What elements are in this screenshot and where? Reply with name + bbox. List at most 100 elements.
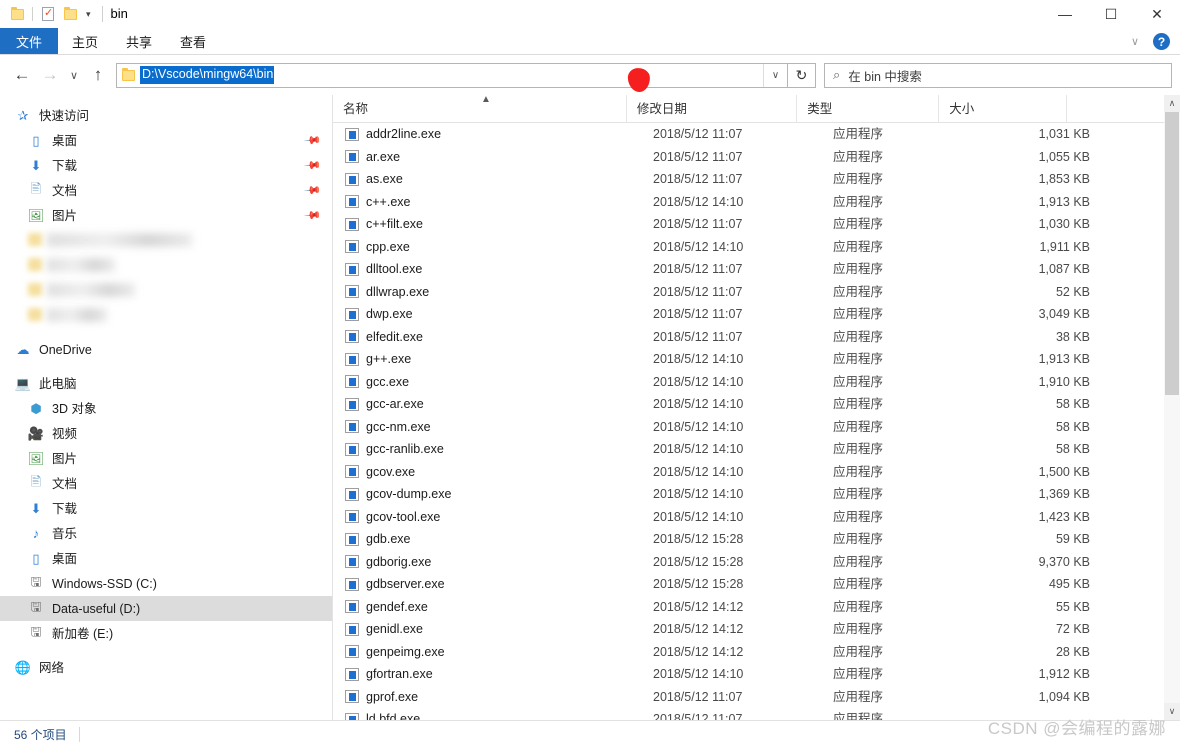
table-row[interactable]: dlltool.exe 2018/5/12 11:07 应用程序 1,087 KB	[333, 258, 1180, 281]
table-row[interactable]: ld.bfd.exe 2018/5/12 11:07 应用程序	[333, 708, 1180, 720]
sidebar-item-data-useful-d[interactable]: 🖫 Data-useful (D:)	[0, 596, 332, 621]
close-button[interactable]: ✕	[1134, 0, 1180, 28]
search-input[interactable]: 在 bin 中搜索	[848, 66, 922, 85]
table-row[interactable]: gdb.exe 2018/5/12 15:28 应用程序 59 KB	[333, 528, 1180, 551]
vertical-scrollbar[interactable]: ∧ ∨	[1164, 95, 1180, 720]
sidebar-item-pictures[interactable]: 🖼 图片	[0, 446, 332, 471]
sidebar-item-pictures[interactable]: 🖼 图片 📌	[0, 203, 332, 228]
file-name-label: ld.bfd.exe	[366, 712, 421, 720]
tab-home[interactable]: 主页	[58, 28, 112, 54]
table-row[interactable]: dwp.exe 2018/5/12 11:07 应用程序 3,049 KB	[333, 303, 1180, 326]
sidebar-item-new-volume-e[interactable]: 🖫 新加卷 (E:)	[0, 621, 332, 646]
exe-icon	[345, 510, 359, 524]
exe-icon	[345, 532, 359, 546]
table-row[interactable]: c++.exe 2018/5/12 14:10 应用程序 1,913 KB	[333, 191, 1180, 214]
up-button[interactable]: ↑	[84, 60, 112, 90]
table-row[interactable]: dllwrap.exe 2018/5/12 11:07 应用程序 52 KB	[333, 281, 1180, 304]
table-row[interactable]: gcc-nm.exe 2018/5/12 14:10 应用程序 58 KB	[333, 416, 1180, 439]
file-size-cell: 1,031 KB	[1038, 127, 1090, 141]
sidebar-item-redacted[interactable]	[0, 228, 332, 253]
redacted-label	[47, 258, 115, 272]
pin-icon[interactable]: 📌	[304, 131, 323, 150]
table-row[interactable]: gcc-ar.exe 2018/5/12 14:10 应用程序 58 KB	[333, 393, 1180, 416]
column-header-date[interactable]: 修改日期	[625, 95, 796, 123]
tab-share[interactable]: 共享	[112, 28, 166, 54]
table-row[interactable]: gdbserver.exe 2018/5/12 15:28 应用程序 495 KB	[333, 573, 1180, 596]
sidebar-item-desktop[interactable]: ▯ 桌面	[0, 546, 332, 571]
table-row[interactable]: cpp.exe 2018/5/12 14:10 应用程序 1,911 KB	[333, 236, 1180, 259]
column-header-type[interactable]: 类型	[796, 95, 938, 123]
table-row[interactable]: gcov-dump.exe 2018/5/12 14:10 应用程序 1,369 KB	[333, 483, 1180, 506]
column-header-size[interactable]: 大小	[938, 95, 1066, 123]
address-bar[interactable]: D:\Vscode\mingw64\bin ∨	[116, 62, 788, 88]
sidebar-item-videos[interactable]: 🎥 视频	[0, 421, 332, 446]
sidebar-item-redacted[interactable]	[0, 278, 332, 303]
file-size-cell: 38 KB	[1055, 329, 1090, 344]
file-rows: addr2line.exe 2018/5/12 11:07 应用程序 1,031 KB…	[333, 123, 1180, 720]
refresh-button[interactable]: ↻	[788, 62, 816, 88]
sidebar-item-documents[interactable]: 🖹 文档 📌	[0, 178, 332, 203]
sidebar-item-label: 音乐	[52, 526, 78, 541]
table-row[interactable]: elfedit.exe 2018/5/12 11:07 应用程序 38 KB	[333, 326, 1180, 349]
tab-view[interactable]: 查看	[166, 28, 220, 54]
maximize-button[interactable]: ☐	[1088, 0, 1134, 28]
table-row[interactable]: g++.exe 2018/5/12 14:10 应用程序 1,913 KB	[333, 348, 1180, 371]
sidebar-item-onedrive[interactable]: ☁ OneDrive	[0, 337, 332, 362]
table-row[interactable]: gfortran.exe 2018/5/12 14:10 应用程序 1,912 KB	[333, 663, 1180, 686]
file-date-cell: 2018/5/12 14:10	[653, 667, 744, 681]
table-row[interactable]: gcc-ranlib.exe 2018/5/12 14:10 应用程序 58 KB	[333, 438, 1180, 461]
address-dropdown-icon[interactable]: ∨	[763, 63, 787, 87]
customize-dropdown-icon[interactable]: ▾	[81, 9, 96, 19]
table-row[interactable]: genpeimg.exe 2018/5/12 14:12 应用程序 28 KB	[333, 641, 1180, 664]
file-name-cell: as.exe	[333, 168, 643, 191]
file-size-cell: 72 KB	[1055, 622, 1090, 636]
scroll-up-button[interactable]: ∧	[1164, 95, 1180, 112]
quick-access-toolbar[interactable]: ▾	[0, 3, 96, 25]
pin-icon[interactable]: 📌	[304, 156, 323, 175]
table-row[interactable]: gdborig.exe 2018/5/12 15:28 应用程序 9,370 KB	[333, 551, 1180, 574]
forward-button[interactable]: →	[36, 60, 64, 90]
file-date-cell: 2018/5/12 14:10	[653, 442, 744, 456]
navigation-bar: ← → ∨ ↑ D:\Vscode\mingw64\bin ∨ ↻ ⌕ 在 bi…	[0, 55, 1180, 95]
title-bar: ▾ bin — ☐ ✕	[0, 0, 1180, 28]
tab-file[interactable]: 文件	[0, 28, 59, 54]
pin-icon[interactable]: 📌	[304, 206, 323, 225]
sidebar-group-quick-access[interactable]: ✰ 快速访问	[0, 103, 332, 128]
sidebar-item-downloads[interactable]: ⬇ 下载 📌	[0, 153, 332, 178]
table-row[interactable]: gcov-tool.exe 2018/5/12 14:10 应用程序 1,423 KB	[333, 506, 1180, 529]
sidebar-item-network[interactable]: 🌐 网络	[0, 655, 332, 680]
sidebar-item-windows-ssd-c[interactable]: 🖫 Windows-SSD (C:)	[0, 571, 332, 596]
table-row[interactable]: gendef.exe 2018/5/12 14:12 应用程序 55 KB	[333, 596, 1180, 619]
minimize-button[interactable]: —	[1042, 0, 1088, 28]
sidebar-item-music[interactable]: ♪ 音乐	[0, 521, 332, 546]
table-row[interactable]: genidl.exe 2018/5/12 14:12 应用程序 72 KB	[333, 618, 1180, 641]
back-button[interactable]: ←	[8, 60, 36, 90]
sidebar-item-desktop[interactable]: ▯ 桌面 📌	[0, 128, 332, 153]
address-input[interactable]: D:\Vscode\mingw64\bin	[140, 66, 275, 84]
pictures-icon: 🖼	[27, 207, 45, 223]
table-row[interactable]: gcc.exe 2018/5/12 14:10 应用程序 1,910 KB	[333, 371, 1180, 394]
recent-locations-icon[interactable]: ∨	[64, 60, 84, 90]
chevron-down-icon[interactable]: ∨	[1125, 35, 1145, 48]
column-header-name[interactable]: 名称 ▲	[333, 95, 626, 123]
scrollbar-thumb[interactable]	[1165, 112, 1179, 395]
search-box[interactable]: ⌕ 在 bin 中搜索	[824, 62, 1172, 88]
pin-icon[interactable]: 📌	[304, 181, 323, 200]
sidebar-item-documents[interactable]: 🖹 文档	[0, 471, 332, 496]
sidebar-item-redacted[interactable]	[0, 303, 332, 328]
table-row[interactable]: c++filt.exe 2018/5/12 11:07 应用程序 1,030 KB	[333, 213, 1180, 236]
table-row[interactable]: ar.exe 2018/5/12 11:07 应用程序 1,055 KB	[333, 146, 1180, 169]
table-row[interactable]: gcov.exe 2018/5/12 14:10 应用程序 1,500 KB	[333, 461, 1180, 484]
sidebar-item-redacted[interactable]	[0, 253, 332, 278]
properties-icon[interactable]	[37, 3, 59, 25]
sidebar-group-this-pc[interactable]: 💻 此电脑	[0, 371, 332, 396]
table-row[interactable]: as.exe 2018/5/12 11:07 应用程序 1,853 KB	[333, 168, 1180, 191]
sidebar-item-3d-objects[interactable]: ⬢ 3D 对象	[0, 396, 332, 421]
scroll-down-button[interactable]: ∨	[1164, 703, 1180, 720]
table-row[interactable]: gprof.exe 2018/5/12 11:07 应用程序 1,094 KB	[333, 686, 1180, 709]
window-controls[interactable]: — ☐ ✕	[1042, 0, 1180, 28]
help-icon[interactable]: ?	[1153, 33, 1170, 50]
table-row[interactable]: addr2line.exe 2018/5/12 11:07 应用程序 1,031 KB	[333, 123, 1180, 146]
sidebar-item-downloads[interactable]: ⬇ 下载	[0, 496, 332, 521]
new-folder-icon[interactable]	[59, 3, 81, 25]
